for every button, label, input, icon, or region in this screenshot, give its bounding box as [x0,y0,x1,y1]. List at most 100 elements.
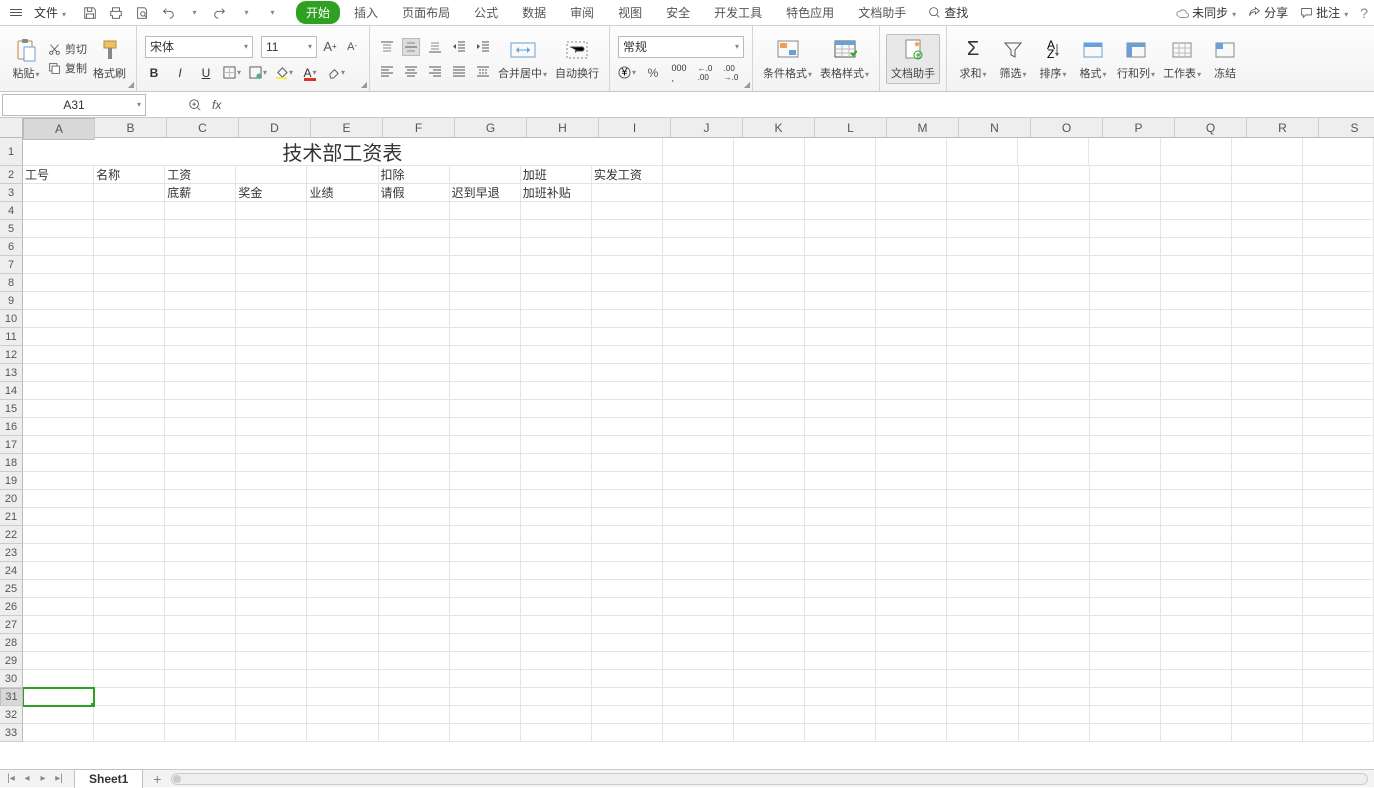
cell-A4[interactable] [23,202,94,220]
cell-H24[interactable] [521,562,592,580]
cell-B2[interactable]: 名称 [94,166,165,184]
row-header-11[interactable]: 11 [0,328,23,346]
cell-I33[interactable] [592,724,663,742]
cell-N24[interactable] [947,562,1018,580]
cell-P8[interactable] [1090,274,1161,292]
cell-O15[interactable] [1019,400,1090,418]
cell-Q29[interactable] [1161,652,1232,670]
cell-R29[interactable] [1232,652,1303,670]
cell-L6[interactable] [805,238,876,256]
sheet-nav-prev[interactable]: ◂ [20,772,34,786]
font-name-select[interactable]: 宋体▾ [145,36,253,58]
border-button[interactable] [223,64,241,82]
cell-M6[interactable] [876,238,947,256]
cell-L25[interactable] [805,580,876,598]
cell-C20[interactable] [165,490,236,508]
cell-E8[interactable] [307,274,378,292]
cell-E25[interactable] [307,580,378,598]
rowcol-button[interactable]: 行和列 [1113,35,1159,83]
cell-M8[interactable] [876,274,947,292]
cell-I27[interactable] [592,616,663,634]
cell-J13[interactable] [663,364,734,382]
cell-E30[interactable] [307,670,378,688]
cell-E26[interactable] [307,598,378,616]
redo-dropdown[interactable] [238,5,254,21]
shrink-font-button[interactable]: A- [343,38,361,56]
cell-A2[interactable]: 工号 [23,166,94,184]
cell-B27[interactable] [94,616,165,634]
sheet-tab-active[interactable]: Sheet1 [74,769,143,788]
cell-L14[interactable] [805,382,876,400]
cell-I14[interactable] [592,382,663,400]
cell-O14[interactable] [1019,382,1090,400]
cell-F32[interactable] [379,706,450,724]
fill-color-button[interactable] [275,64,293,82]
cell-A26[interactable] [23,598,94,616]
cell-Q25[interactable] [1161,580,1232,598]
cell-A27[interactable] [23,616,94,634]
cell-Q19[interactable] [1161,472,1232,490]
cell-R27[interactable] [1232,616,1303,634]
cell-B6[interactable] [94,238,165,256]
cell-K22[interactable] [734,526,805,544]
cell-H32[interactable] [521,706,592,724]
cell-B18[interactable] [94,454,165,472]
cell-C9[interactable] [165,292,236,310]
cell-I17[interactable] [592,436,663,454]
cell-G18[interactable] [450,454,521,472]
cell-I8[interactable] [592,274,663,292]
cell-Q1[interactable] [1161,138,1232,166]
cell-I31[interactable] [592,688,663,706]
horizontal-scrollbar[interactable] [171,773,1368,785]
cell-B15[interactable] [94,400,165,418]
row-header-3[interactable]: 3 [0,184,23,202]
cell-R28[interactable] [1232,634,1303,652]
cell-D4[interactable] [236,202,307,220]
cell-C29[interactable] [165,652,236,670]
cell-A29[interactable] [23,652,94,670]
cell-A6[interactable] [23,238,94,256]
cell-P9[interactable] [1090,292,1161,310]
cell-E10[interactable] [307,310,378,328]
cell-J14[interactable] [663,382,734,400]
cell-R17[interactable] [1232,436,1303,454]
cell-J3[interactable] [663,184,734,202]
cell-P27[interactable] [1090,616,1161,634]
cell-Q5[interactable] [1161,220,1232,238]
distribute-button[interactable] [474,62,492,80]
cell-D16[interactable] [236,418,307,436]
cell-H15[interactable] [521,400,592,418]
cell-K24[interactable] [734,562,805,580]
print-preview-icon[interactable] [134,5,150,21]
cell-K20[interactable] [734,490,805,508]
row-header-18[interactable]: 18 [0,454,23,472]
cell-G32[interactable] [450,706,521,724]
cell-L26[interactable] [805,598,876,616]
cell-N33[interactable] [947,724,1018,742]
cell-L15[interactable] [805,400,876,418]
clipboard-launcher[interactable]: ◢ [128,80,134,89]
cell-P24[interactable] [1090,562,1161,580]
cell-P13[interactable] [1090,364,1161,382]
cell-N27[interactable] [947,616,1018,634]
cell-S22[interactable] [1303,526,1374,544]
cell-E6[interactable] [307,238,378,256]
cell-E17[interactable] [307,436,378,454]
cell-O2[interactable] [1019,166,1090,184]
cell-K16[interactable] [734,418,805,436]
cell-Q9[interactable] [1161,292,1232,310]
align-bottom-button[interactable] [426,38,444,56]
cell-M27[interactable] [876,616,947,634]
cell-S13[interactable] [1303,364,1374,382]
cell-D24[interactable] [236,562,307,580]
cell-O24[interactable] [1019,562,1090,580]
cell-R26[interactable] [1232,598,1303,616]
underline-button[interactable]: U [197,64,215,82]
cell-S27[interactable] [1303,616,1374,634]
col-header-F[interactable]: F [383,118,455,138]
cell-E32[interactable] [307,706,378,724]
cell-J5[interactable] [663,220,734,238]
cell-P5[interactable] [1090,220,1161,238]
share-button[interactable]: 分享 [1248,4,1288,21]
cell-N22[interactable] [947,526,1018,544]
